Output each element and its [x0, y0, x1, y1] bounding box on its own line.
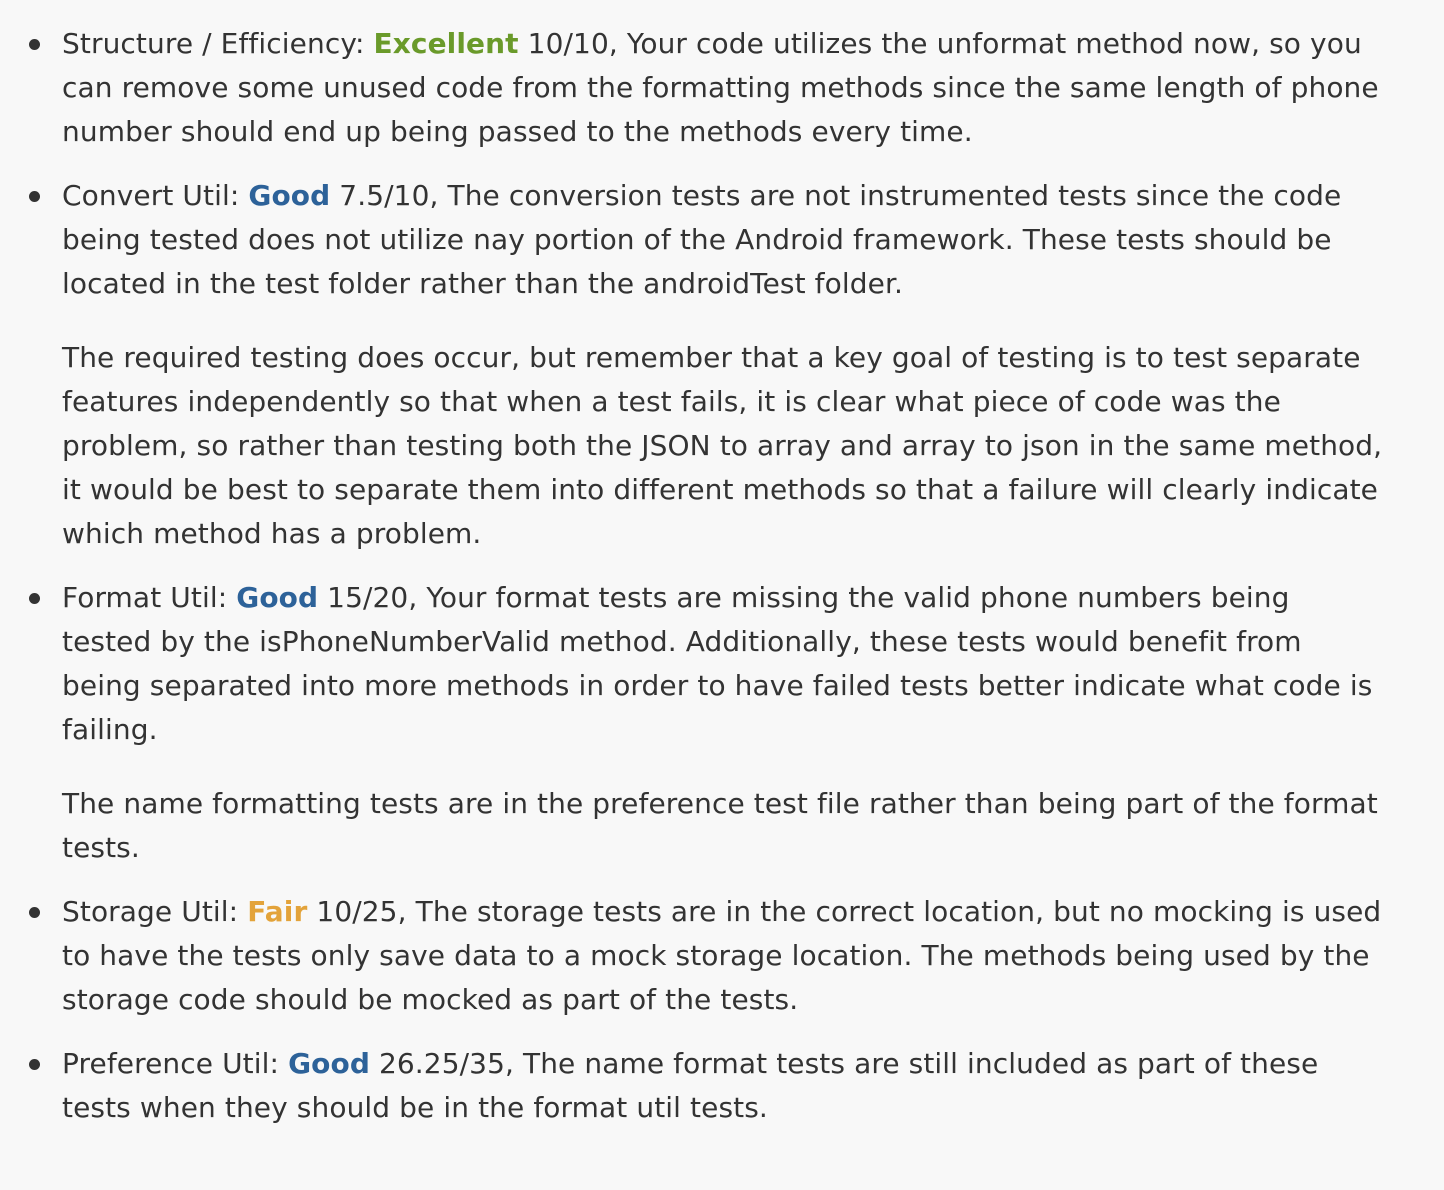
- item-paragraph: Preference Util: Good 26.25/35, The name…: [62, 1042, 1384, 1130]
- item-extra-paragraph: The name formatting tests are in the pre…: [62, 787, 1378, 864]
- item-label: Format Util:: [62, 581, 237, 614]
- item-score: 26.25/35: [369, 1047, 505, 1080]
- feedback-item-storage-util: Storage Util: Fair 10/25, The storage te…: [29, 890, 1384, 1022]
- rating-badge: Fair: [247, 895, 308, 928]
- bullet-icon: [29, 593, 40, 604]
- rating-badge: Good: [288, 1047, 370, 1080]
- item-label: Convert Util:: [62, 179, 249, 212]
- item-extra-paragraph: The required testing does occur, but rem…: [62, 341, 1383, 550]
- item-paragraph: Format Util: Good 15/20, Your format tes…: [62, 576, 1384, 752]
- bullet-icon: [29, 191, 40, 202]
- item-score: 10/10: [518, 27, 609, 60]
- item-score: 10/25: [307, 895, 398, 928]
- feedback-item-format-util: Format Util: Good 15/20, Your format tes…: [29, 576, 1384, 870]
- item-body: Preference Util: Good 26.25/35, The name…: [62, 1042, 1384, 1130]
- item-body: Format Util: Good 15/20, Your format tes…: [62, 576, 1384, 870]
- feedback-list: Structure / Efficiency: Excellent 10/10,…: [0, 0, 1444, 1130]
- rating-badge: Excellent: [373, 27, 519, 60]
- item-score: 15/20: [318, 581, 409, 614]
- bullet-icon: [29, 1059, 40, 1070]
- item-label: Preference Util:: [62, 1047, 289, 1080]
- bullet-icon: [29, 907, 40, 918]
- rating-badge: Good: [248, 179, 331, 212]
- item-score: 7.5/10: [330, 179, 430, 212]
- item-paragraph: Storage Util: Fair 10/25, The storage te…: [62, 890, 1384, 1022]
- item-label: Storage Util:: [62, 895, 248, 928]
- item-body: Structure / Efficiency: Excellent 10/10,…: [62, 22, 1384, 154]
- item-body: Convert Util: Good 7.5/10, The conversio…: [62, 174, 1384, 556]
- bullet-icon: [29, 39, 40, 50]
- item-body: Storage Util: Fair 10/25, The storage te…: [62, 890, 1384, 1022]
- item-label: Structure / Efficiency:: [62, 27, 374, 60]
- item-paragraph: Convert Util: Good 7.5/10, The conversio…: [62, 174, 1384, 306]
- item-paragraph: Structure / Efficiency: Excellent 10/10,…: [62, 22, 1384, 154]
- feedback-item-preference-util: Preference Util: Good 26.25/35, The name…: [29, 1042, 1384, 1130]
- feedback-item-convert-util: Convert Util: Good 7.5/10, The conversio…: [29, 174, 1384, 556]
- rating-badge: Good: [236, 581, 319, 614]
- feedback-item-structure-efficiency: Structure / Efficiency: Excellent 10/10,…: [29, 22, 1384, 154]
